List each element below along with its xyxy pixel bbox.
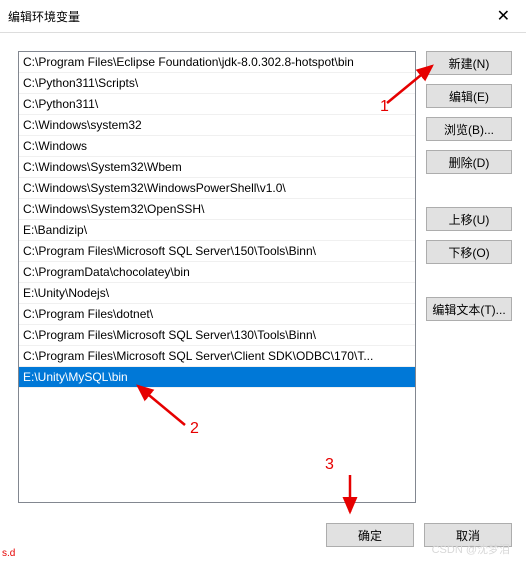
- browse-button[interactable]: 浏览(B)...: [426, 117, 512, 141]
- list-item[interactable]: E:\Unity\MySQL\bin: [19, 367, 415, 388]
- list-item[interactable]: C:\Program Files\dotnet\: [19, 304, 415, 325]
- titlebar: 编辑环境变量 ✕: [0, 0, 526, 33]
- close-icon[interactable]: ✕: [489, 6, 518, 26]
- list-item[interactable]: C:\Windows\System32\WindowsPowerShell\v1…: [19, 178, 415, 199]
- list-item[interactable]: C:\Windows\System32\Wbem: [19, 157, 415, 178]
- edit-button[interactable]: 编辑(E): [426, 84, 512, 108]
- list-item[interactable]: C:\ProgramData\chocolatey\bin: [19, 262, 415, 283]
- edittext-button[interactable]: 编辑文本(T)...: [426, 297, 512, 321]
- list-item[interactable]: C:\Windows\system32: [19, 115, 415, 136]
- list-item[interactable]: C:\Program Files\Microsoft SQL Server\Cl…: [19, 346, 415, 367]
- moveup-button[interactable]: 上移(U): [426, 207, 512, 231]
- movedown-button[interactable]: 下移(O): [426, 240, 512, 264]
- watermark-csdn: CSDN @沈梦泪: [432, 541, 510, 557]
- window-title: 编辑环境变量: [8, 8, 80, 25]
- delete-button[interactable]: 删除(D): [426, 150, 512, 174]
- path-listbox[interactable]: C:\Program Files\Eclipse Foundation\jdk-…: [18, 51, 416, 503]
- watermark-sd: s.d: [2, 548, 15, 559]
- list-item[interactable]: C:\Windows: [19, 136, 415, 157]
- list-item[interactable]: C:\Program Files\Eclipse Foundation\jdk-…: [19, 52, 415, 73]
- list-item[interactable]: C:\Program Files\Microsoft SQL Server\15…: [19, 241, 415, 262]
- content-area: C:\Program Files\Eclipse Foundation\jdk-…: [0, 33, 526, 503]
- list-item[interactable]: C:\Python311\Scripts\: [19, 73, 415, 94]
- new-button[interactable]: 新建(N): [426, 51, 512, 75]
- list-item[interactable]: C:\Program Files\Microsoft SQL Server\13…: [19, 325, 415, 346]
- list-item[interactable]: C:\Windows\System32\OpenSSH\: [19, 199, 415, 220]
- list-item[interactable]: C:\Python311\: [19, 94, 415, 115]
- list-item[interactable]: E:\Unity\Nodejs\: [19, 283, 415, 304]
- ok-button[interactable]: 确定: [326, 523, 414, 547]
- list-item[interactable]: E:\Bandizip\: [19, 220, 415, 241]
- button-column: 新建(N) 编辑(E) 浏览(B)... 删除(D) 上移(U) 下移(O) 编…: [426, 51, 512, 503]
